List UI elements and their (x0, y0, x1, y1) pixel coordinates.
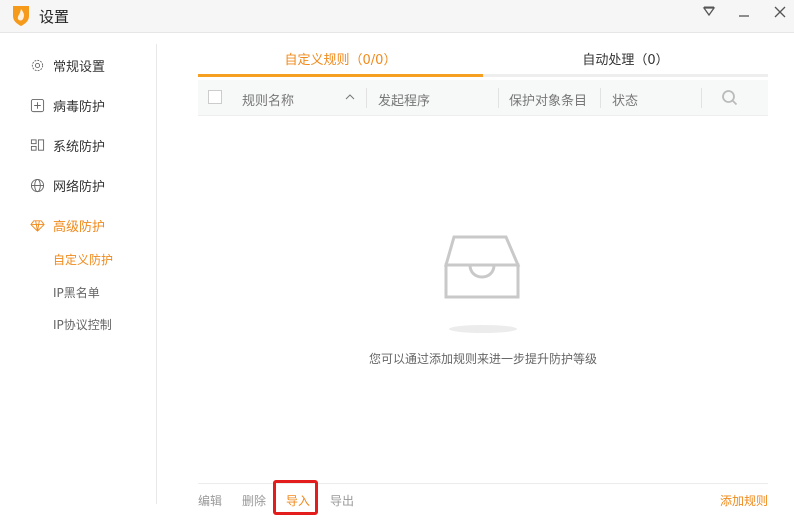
sidebar-item-label: 高级防护 (53, 220, 106, 235)
sort-asc-icon[interactable] (345, 93, 355, 101)
import-button[interactable]: 导入 (286, 492, 310, 509)
plus-box-icon (30, 98, 45, 113)
sidebar-item-system[interactable]: 系统防护 (30, 136, 105, 155)
app-logo-icon (13, 6, 29, 26)
sidebar-subitem-custom[interactable]: 自定义防护 (53, 251, 113, 268)
tab-auto-handle[interactable]: 自动处理（0） (483, 50, 768, 77)
sidebar-item-label: 系统防护 (53, 140, 106, 155)
column-status[interactable]: 状态 (612, 90, 638, 109)
sidebar-item-label: 病毒防护 (53, 100, 106, 115)
diamond-icon (30, 220, 45, 232)
gear-icon (31, 59, 44, 72)
sidebar-item-label: 网络防护 (53, 180, 106, 195)
sidebar-item-network[interactable]: 网络防护 (30, 176, 105, 195)
sidebar-subitem-ip-blacklist[interactable]: IP黑名单 (53, 284, 100, 301)
empty-box-icon (444, 235, 521, 333)
column-initiator[interactable]: 发起程序 (378, 90, 430, 109)
column-protected-object[interactable]: 保护对象条目 (509, 90, 587, 109)
column-divider (498, 88, 499, 108)
export-button[interactable]: 导出 (330, 492, 354, 509)
tab-custom-rules[interactable]: 自定义规则（0/0） (198, 50, 483, 77)
column-divider (366, 88, 367, 108)
window-title: 设置 (39, 8, 70, 26)
sidebar-item-virus[interactable]: 病毒防护 (30, 96, 105, 115)
minimize-button[interactable] (734, 5, 754, 25)
footer-toolbar: 编辑 删除 导入 导出 添加规则 (198, 480, 768, 515)
search-icon[interactable] (721, 89, 739, 107)
tab-bar: 自定义规则（0/0） 自动处理（0） (198, 50, 768, 77)
edit-button[interactable]: 编辑 (198, 492, 222, 509)
sidebar-item-general[interactable]: 常规设置 (30, 56, 105, 75)
title-bar: 设置 (0, 0, 794, 33)
sidebar-item-advanced[interactable]: 高级防护 (30, 216, 105, 235)
globe-icon (30, 178, 45, 193)
sidebar: 常规设置 病毒防护 系统防护 网络防护 高级防护 自定义防护 IP黑名单 IP协… (0, 44, 157, 504)
select-all-checkbox[interactable] (208, 90, 222, 104)
close-button[interactable] (770, 5, 790, 25)
table-header: 规则名称 发起程序 保护对象条目 状态 (198, 80, 768, 116)
menu-dropdown-button[interactable] (699, 5, 719, 25)
column-rule-name[interactable]: 规则名称 (242, 90, 294, 109)
delete-button[interactable]: 删除 (242, 492, 266, 509)
sidebar-item-label: 常规设置 (53, 60, 106, 75)
grid-icon (30, 139, 45, 151)
sidebar-subitem-ip-protocol[interactable]: IP协议控制 (53, 316, 112, 333)
add-rule-button[interactable]: 添加规则 (720, 492, 768, 509)
column-divider (701, 88, 702, 108)
column-divider (600, 88, 601, 108)
empty-state-message: 您可以通过添加规则来进一步提升防护等级 (368, 352, 597, 366)
